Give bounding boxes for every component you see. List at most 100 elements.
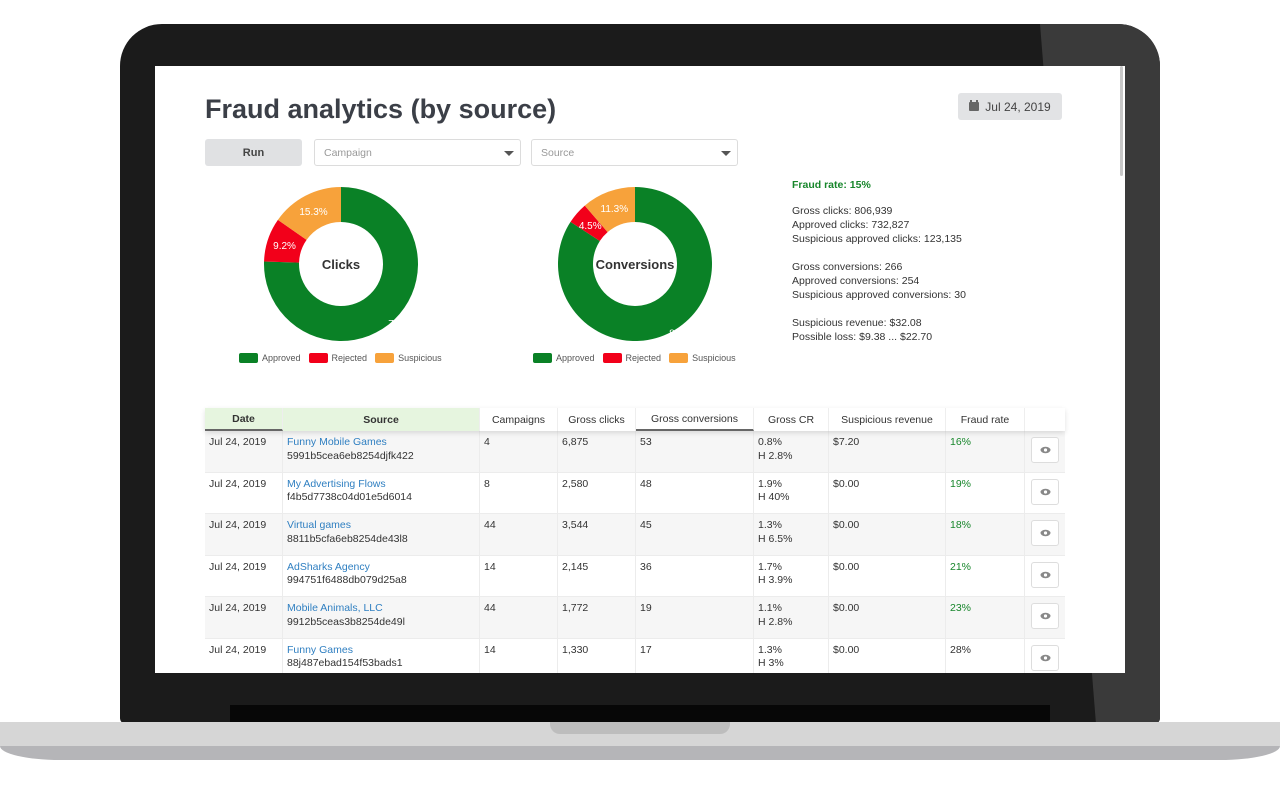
cr-h-value: H 2.8%: [758, 615, 793, 628]
fraud-table: Date Source Campaigns Gross clicks Gross…: [205, 408, 1065, 673]
approved-conversions: Approved conversions: 254: [792, 275, 920, 287]
conversions-legend: Approved Rejected Suspicious: [533, 353, 736, 363]
cell-suspicious-revenue: $0.00: [829, 597, 946, 638]
cell-gross-clicks: 2,145: [558, 555, 636, 596]
campaign-select[interactable]: Campaign: [314, 139, 521, 166]
legend-swatch: [533, 353, 552, 363]
cell-actions: [1025, 473, 1065, 514]
legend-item-suspicious[interactable]: Suspicious: [669, 353, 736, 363]
suspicious-approved-clicks: Suspicious approved clicks: 123,135: [792, 233, 962, 245]
cr-value: 1.3%: [758, 519, 782, 531]
col-gross-clicks[interactable]: Gross clicks: [558, 408, 636, 431]
cr-value: 1.1%: [758, 602, 782, 614]
col-campaigns[interactable]: Campaigns: [480, 408, 558, 431]
fraud-rate: Fraud rate: 15%: [792, 179, 871, 191]
col-suspicious-revenue[interactable]: Suspicious revenue: [829, 408, 946, 431]
cell-gross-conversions: 45: [636, 514, 754, 555]
cell-fraud-rate: 21%: [946, 555, 1025, 596]
legend-item-approved[interactable]: Approved: [533, 353, 595, 363]
cell-gross-conversions: 36: [636, 555, 754, 596]
cell-suspicious-revenue: $0.00: [829, 472, 946, 513]
legend-swatch: [669, 353, 689, 363]
cr-value: 1.7%: [758, 560, 782, 573]
view-button[interactable]: [1031, 437, 1059, 463]
col-source[interactable]: Source: [283, 408, 480, 431]
source-link[interactable]: Mobile Animals, LLC: [287, 602, 475, 616]
conversions-donut-chart: 84.2% 4.5% 11.3% Conversions: [555, 184, 715, 344]
cell-gross-clicks: 1,330: [558, 638, 636, 673]
run-button[interactable]: Run: [205, 139, 302, 166]
view-button[interactable]: [1031, 603, 1059, 629]
legend-swatch: [602, 353, 622, 363]
cell-fraud-rate: 16%: [946, 431, 1025, 472]
cr-h-value: H 3.9%: [758, 574, 793, 586]
source-link[interactable]: AdSharks Agency: [287, 561, 475, 575]
chevron-down-icon: [504, 151, 514, 156]
cell-actions: [1025, 556, 1065, 597]
col-fraud-rate[interactable]: Fraud rate: [946, 408, 1025, 431]
slice-label: 4.5%: [579, 221, 602, 232]
source-id: 5991b5cea6eb8254djfk422: [287, 449, 414, 462]
cell-gross-clicks: 1,772: [558, 597, 636, 638]
donut-svg: 84.2% 4.5% 11.3% Conversions: [558, 187, 712, 341]
cell-gross-conversions: 53: [636, 431, 754, 472]
slice-label: 84.2%: [669, 328, 697, 339]
source-link[interactable]: My Advertising Flows: [287, 478, 475, 492]
cell-date: Jul 24, 2019: [205, 431, 283, 472]
eye-icon: [1040, 488, 1050, 495]
gross-clicks: Gross clicks: 806,939: [792, 205, 893, 217]
date-label: Jul 24, 2019: [985, 99, 1051, 114]
legend-label: Approved: [262, 353, 301, 363]
source-id: 8811b5cfa6eb8254de43l8: [287, 532, 408, 545]
cell-gross-cr: 1.3% H 6.5%: [754, 514, 829, 555]
source-placeholder: Source: [541, 146, 575, 159]
cell-fraud-rate: 18%: [946, 514, 1025, 555]
slice-label: 75.6%: [388, 319, 416, 330]
scrollbar[interactable]: [1120, 66, 1123, 176]
cell-gross-clicks: 2,580: [558, 472, 636, 513]
col-date[interactable]: Date: [205, 408, 283, 431]
cell-gross-cr: 1.3% H 3%: [754, 638, 829, 673]
view-button[interactable]: [1031, 561, 1059, 588]
legend-label: Suspicious: [692, 353, 736, 363]
view-button[interactable]: [1031, 644, 1059, 671]
view-button[interactable]: [1031, 520, 1059, 546]
cell-date: Jul 24, 2019: [205, 514, 283, 555]
slice-label: 9.2%: [273, 241, 296, 252]
source-link[interactable]: Funny Games: [287, 644, 475, 658]
legend-swatch: [308, 353, 328, 363]
calendar-icon: [969, 100, 980, 111]
cell-gross-conversions: 19: [636, 597, 754, 638]
date-picker-button[interactable]: Jul 24, 2019: [958, 93, 1062, 120]
legend-item-rejected[interactable]: Rejected: [308, 353, 367, 363]
legend-item-suspicious[interactable]: Suspicious: [375, 353, 442, 363]
laptop-hinge: [230, 705, 1050, 723]
source-id: 88j487ebad154f53bads1: [287, 657, 403, 669]
cell-campaigns: 44: [480, 597, 558, 638]
app-screen: Fraud analytics (by source) Jul 24, 2019…: [155, 66, 1125, 673]
page-title: Fraud analytics (by source): [205, 94, 557, 124]
cr-h-value: H 2.8%: [758, 449, 793, 462]
eye-icon: [1040, 612, 1050, 620]
col-gross-conversions[interactable]: Gross conversions: [636, 408, 754, 431]
cr-value: 1.3%: [758, 643, 782, 656]
laptop-base-bottom: [0, 746, 1280, 760]
cr-h-value: H 40%: [758, 491, 790, 503]
summary-stats: Fraud rate: 15% Gross clicks: 806,939 Ap…: [792, 178, 966, 344]
clicks-legend: Approved Rejected Suspicious: [239, 353, 442, 363]
source-select[interactable]: Source: [531, 139, 738, 166]
view-button[interactable]: [1031, 478, 1059, 505]
cell-campaigns: 8: [480, 472, 558, 513]
donut-svg: 75.6% 9.2% 15.3% Clicks: [264, 187, 418, 341]
table-row: Jul 24, 2019 Funny Games 88j487ebad154f5…: [205, 638, 1065, 673]
clicks-donut-chart: 75.6% 9.2% 15.3% Clicks: [261, 184, 421, 344]
cell-gross-clicks: 6,875: [558, 431, 636, 472]
legend-item-approved[interactable]: Approved: [239, 353, 301, 363]
legend-item-rejected[interactable]: Rejected: [602, 353, 661, 363]
cr-h-value: H 6.5%: [758, 532, 793, 545]
col-gross-cr[interactable]: Gross CR: [754, 408, 829, 431]
cell-actions: [1025, 431, 1065, 472]
source-link[interactable]: Funny Mobile Games: [287, 436, 475, 450]
cell-fraud-rate: 19%: [946, 472, 1025, 513]
source-link[interactable]: Virtual games: [287, 519, 475, 533]
